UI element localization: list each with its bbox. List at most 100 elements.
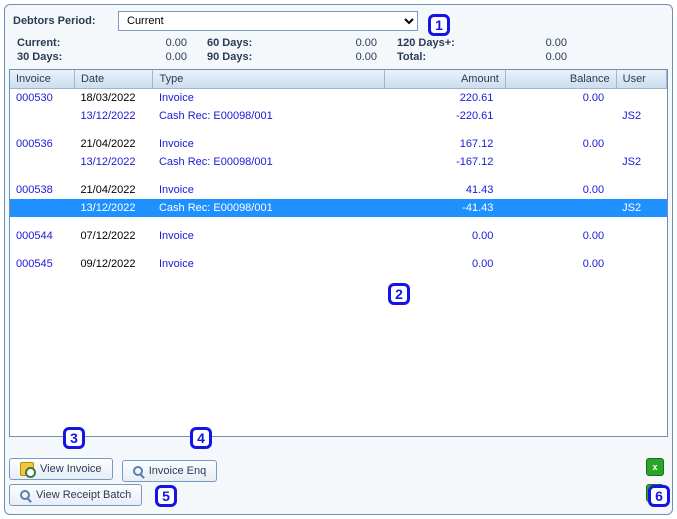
cell-balance (505, 199, 616, 217)
cell-user: JS2 (616, 107, 666, 125)
col-date[interactable]: Date (74, 70, 153, 88)
cell-date: 13/12/2022 (74, 153, 153, 171)
cell-amount: 220.61 (385, 88, 506, 107)
summary-total-value: 0.00 (487, 51, 587, 63)
table-row (10, 125, 667, 135)
cell-date: 13/12/2022 (74, 107, 153, 125)
col-user[interactable]: User (616, 70, 666, 88)
summary-current-label: Current: (17, 37, 127, 49)
summary-120-label: 120 Days+: (397, 37, 487, 49)
table-row[interactable]: 00053621/04/2022Invoice167.120.00 (10, 135, 667, 153)
summary-60-value: 0.00 (297, 37, 397, 49)
cell-amount: -220.61 (385, 107, 506, 125)
table-row[interactable]: 13/12/2022Cash Rec: E00098/001-41.43 JS2 (10, 199, 667, 217)
table-row (10, 245, 667, 255)
cell-invoice (10, 107, 74, 125)
cell-amount: 41.43 (385, 181, 506, 199)
summary-60-label: 60 Days: (207, 37, 297, 49)
table-row[interactable]: 00054509/12/2022Invoice0.000.00 (10, 255, 667, 273)
cell-amount: 0.00 (385, 255, 506, 273)
cell-amount: -41.43 (385, 199, 506, 217)
invoice-table-wrap: Invoice Date Type Amount Balance User 00… (9, 69, 668, 437)
summary-current-value: 0.00 (127, 37, 207, 49)
invoice-enq-label: Invoice Enq (149, 465, 206, 477)
table-body: 00053018/03/2022Invoice220.610.0013/12/2… (10, 88, 667, 273)
table-row[interactable]: 13/12/2022Cash Rec: E00098/001-220.61JS2 (10, 107, 667, 125)
cell-invoice (10, 199, 74, 217)
summary-120-value: 0.00 (487, 37, 587, 49)
cell-amount: -167.12 (385, 153, 506, 171)
cell-invoice: 000530 (10, 88, 74, 107)
period-label: Debtors Period: (13, 15, 118, 27)
table-row[interactable]: 00053821/04/2022Invoice41.430.00 (10, 181, 667, 199)
cell-balance: 0.00 (505, 255, 616, 273)
table-row[interactable]: 00053018/03/2022Invoice220.610.00 (10, 88, 667, 107)
cell-amount: 167.12 (385, 135, 506, 153)
summary-90-value: 0.00 (297, 51, 397, 63)
cell-user (616, 227, 666, 245)
export-excel-button[interactable]: x (646, 458, 664, 476)
table-row[interactable]: 00054407/12/2022Invoice0.000.00 (10, 227, 667, 245)
summary-total-label: Total: (397, 51, 487, 63)
table-row[interactable]: 13/12/2022Cash Rec: E00098/001-167.12 JS2 (10, 153, 667, 171)
table-header-row: Invoice Date Type Amount Balance User (10, 70, 667, 88)
magnify-icon (20, 490, 30, 500)
cell-user (616, 135, 666, 153)
annotation-marker-5: 5 (155, 485, 177, 507)
cell-user (616, 181, 666, 199)
cell-type: Invoice (153, 88, 385, 107)
invoice-enq-button[interactable]: Invoice Enq (122, 460, 217, 482)
summary-30-value: 0.00 (127, 51, 207, 63)
cell-type: Cash Rec: E00098/001 (153, 199, 385, 217)
view-invoice-button[interactable]: View Invoice (9, 458, 113, 480)
cell-type: Cash Rec: E00098/001 (153, 153, 385, 171)
invoice-table: Invoice Date Type Amount Balance User 00… (10, 70, 667, 273)
cell-balance: 0.00 (505, 227, 616, 245)
button-bar: View Invoice Invoice Enq x View Receipt … (9, 454, 668, 510)
annotation-marker-6: 6 (648, 485, 670, 507)
annotation-marker-3: 3 (63, 427, 85, 449)
cell-amount: 0.00 (385, 227, 506, 245)
folder-magnify-icon (20, 462, 34, 476)
col-amount[interactable]: Amount (385, 70, 506, 88)
cell-invoice (10, 153, 74, 171)
cell-invoice: 000545 (10, 255, 74, 273)
cell-type: Invoice (153, 181, 385, 199)
debtors-panel: Debtors Period: Current Current: 0.00 60… (4, 4, 673, 515)
cell-date: 21/04/2022 (74, 181, 153, 199)
period-row: Debtors Period: Current (5, 5, 672, 33)
cell-invoice: 000538 (10, 181, 74, 199)
cell-balance: 0.00 (505, 135, 616, 153)
cell-user: JS2 (616, 199, 666, 217)
view-receipt-batch-label: View Receipt Batch (36, 489, 131, 501)
period-select[interactable]: Current (118, 11, 418, 31)
table-row (10, 217, 667, 227)
table-row (10, 171, 667, 181)
cell-type: Invoice (153, 227, 385, 245)
summary-30-label: 30 Days: (17, 51, 127, 63)
cell-date: 21/04/2022 (74, 135, 153, 153)
cell-type: Invoice (153, 255, 385, 273)
annotation-marker-2: 2 (388, 283, 410, 305)
cell-invoice: 000536 (10, 135, 74, 153)
summary-90-label: 90 Days: (207, 51, 297, 63)
magnify-icon (133, 466, 143, 476)
col-type[interactable]: Type (153, 70, 385, 88)
excel-icon: x (652, 462, 657, 472)
cell-balance: 0.00 (505, 88, 616, 107)
cell-date: 09/12/2022 (74, 255, 153, 273)
cell-date: 13/12/2022 (74, 199, 153, 217)
cell-user: JS2 (616, 153, 666, 171)
annotation-marker-1: 1 (428, 14, 450, 36)
cell-user (616, 255, 666, 273)
aging-summary: Current: 0.00 60 Days: 0.00 120 Days+: 0… (5, 33, 672, 69)
view-receipt-batch-button[interactable]: View Receipt Batch (9, 484, 142, 506)
cell-date: 07/12/2022 (74, 227, 153, 245)
view-invoice-label: View Invoice (40, 463, 102, 475)
col-invoice[interactable]: Invoice (10, 70, 74, 88)
cell-user (616, 88, 666, 107)
cell-balance (505, 107, 616, 125)
annotation-marker-4: 4 (190, 427, 212, 449)
period-select-wrap: Current (118, 11, 418, 31)
col-balance[interactable]: Balance (505, 70, 616, 88)
